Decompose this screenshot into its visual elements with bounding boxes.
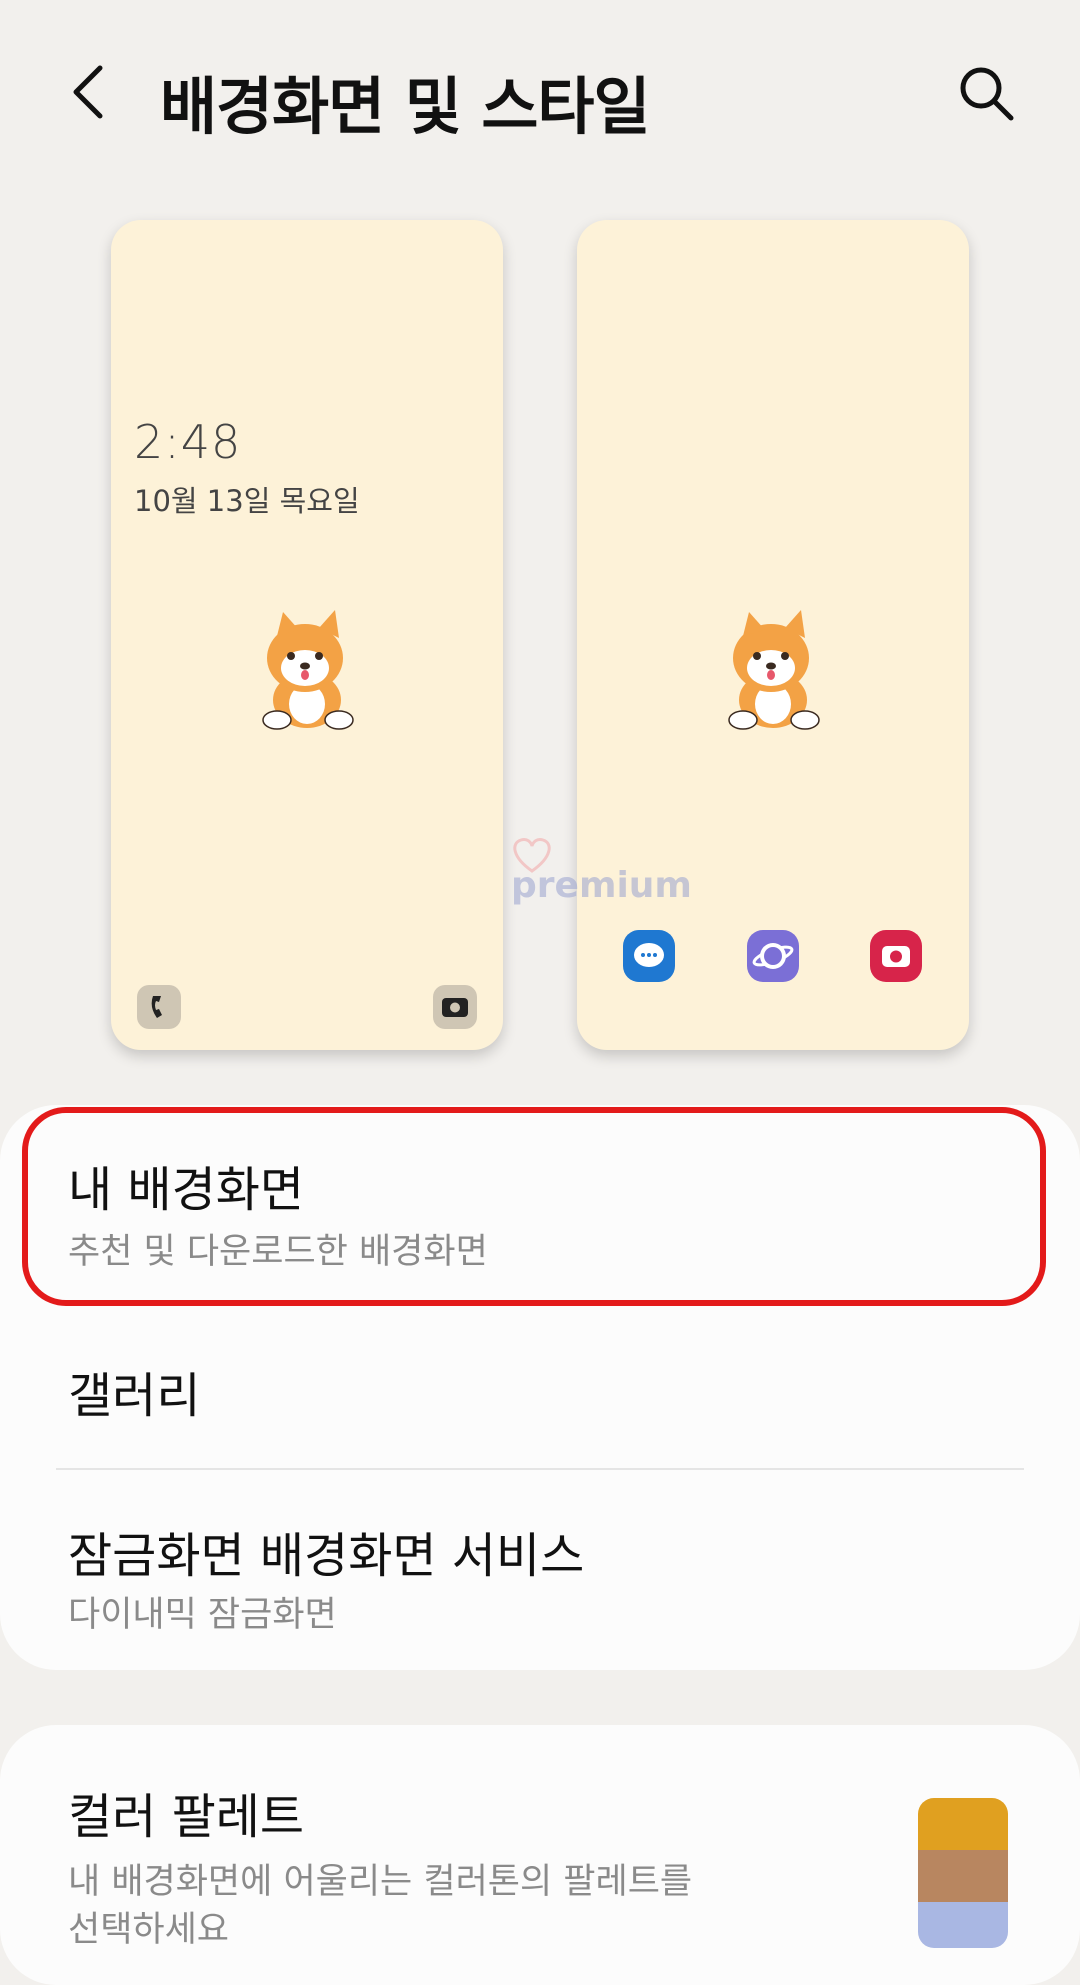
search-button[interactable]	[955, 62, 1019, 126]
color-palette-subtitle-line2: 선택하세요	[68, 1910, 230, 1950]
swatch-color-1	[918, 1798, 1008, 1850]
home-screen-preview[interactable]	[577, 220, 969, 1050]
color-palette-subtitle: 내 배경화면에 어울리는 컬러톤의 팔레트를	[68, 1862, 693, 1902]
back-button[interactable]	[62, 62, 122, 122]
header: 배경화면 및 스타일	[0, 0, 1080, 190]
phone-shortcut-icon	[137, 985, 181, 1029]
color-palette-title: 컬러 팔레트	[68, 1789, 305, 1845]
highlight-outline	[22, 1107, 1046, 1306]
shiba-dog-illustration	[728, 610, 820, 730]
lock-screen-service-item[interactable]: 잠금화면 배경화면 서비스 다이내믹 잠금화면	[0, 1490, 1080, 1650]
lock-screen-service-title: 잠금화면 배경화면 서비스	[68, 1528, 585, 1584]
watermark: premium	[505, 835, 725, 925]
swatch-color-2	[918, 1850, 1008, 1902]
messages-app-icon	[623, 930, 675, 982]
search-icon	[960, 67, 1014, 121]
palette-swatch[interactable]	[918, 1798, 1008, 1948]
page-title: 배경화면 및 스타일	[160, 70, 650, 143]
gallery-title: 갤러리	[68, 1368, 201, 1424]
gallery-item[interactable]: 갤러리	[0, 1320, 1080, 1460]
shiba-dog-illustration	[262, 610, 354, 730]
camera-app-icon	[870, 930, 922, 982]
chevron-left-icon	[73, 65, 103, 119]
watermark-text: premium	[511, 865, 692, 906]
divider	[56, 1468, 1024, 1470]
swatch-color-3	[918, 1902, 1008, 1948]
internet-app-icon	[747, 930, 799, 982]
lock-date: 10월 13일 목요일	[134, 484, 360, 518]
lock-screen-preview[interactable]: 2:48 10월 13일 목요일	[111, 220, 503, 1050]
camera-shortcut-icon	[433, 985, 477, 1029]
lock-screen-service-subtitle: 다이내믹 잠금화면	[68, 1595, 337, 1635]
lock-time: 2:48	[134, 415, 242, 469]
